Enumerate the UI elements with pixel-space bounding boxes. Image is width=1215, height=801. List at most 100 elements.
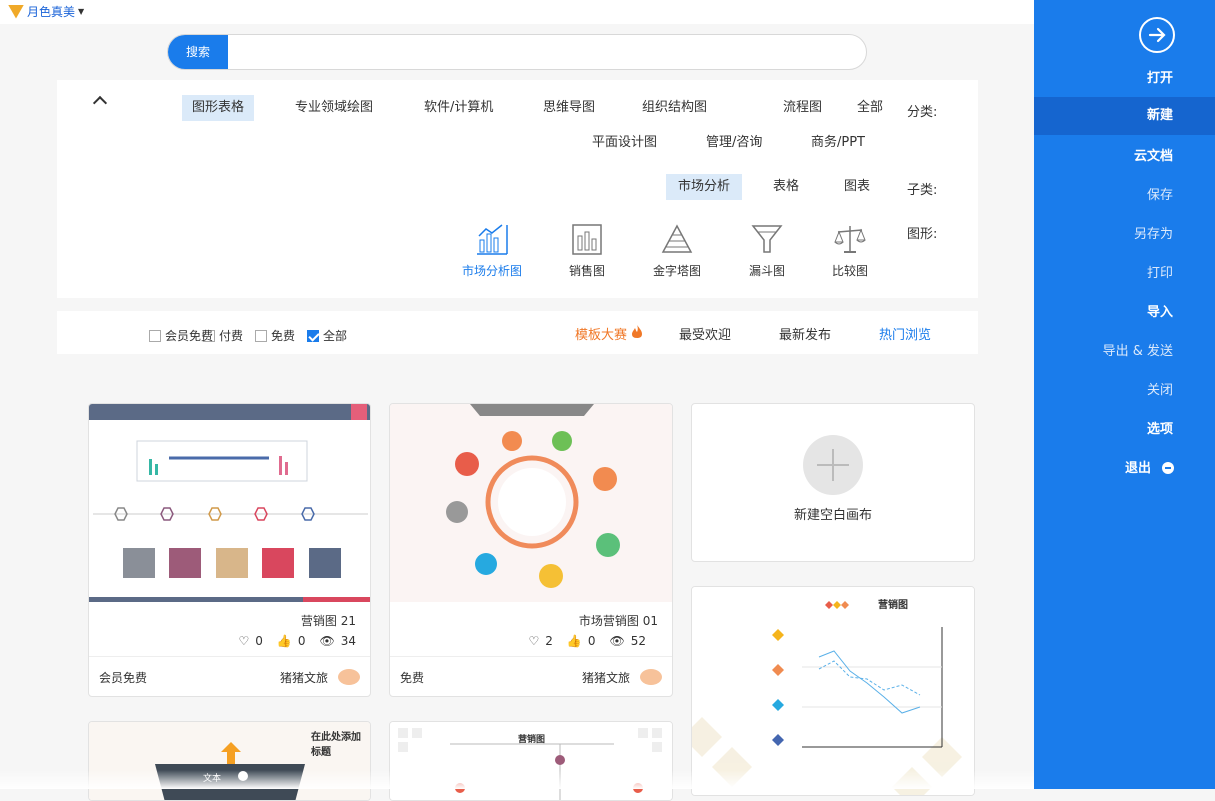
tab-latest[interactable]: 最新发布 <box>779 324 831 343</box>
category-software[interactable]: 软件/计算机 <box>414 95 503 121</box>
filter-member-free[interactable]: 会员免费 <box>149 327 213 344</box>
favorite-count: 0 <box>255 634 263 648</box>
tab-contest[interactable]: 模板大赛 <box>575 324 643 343</box>
collapse-chevron-icon[interactable] <box>92 95 108 111</box>
tab-contest-label: 模板大赛 <box>575 328 628 343</box>
shape-funnel-label: 漏斗图 <box>748 264 785 278</box>
plus-icon <box>803 435 863 495</box>
fire-icon <box>631 324 643 343</box>
sidebar-item-new[interactable]: 新建 <box>1034 97 1215 135</box>
thumbnail-heading: 在此处添加标题 <box>311 732 361 758</box>
category-management[interactable]: 管理/咨询 <box>696 130 772 156</box>
view-count: 34 <box>340 634 356 648</box>
shape-compare[interactable]: 比较图 <box>820 220 880 279</box>
shape-pyramid-label: 金字塔图 <box>652 264 701 278</box>
back-arrow-icon[interactable] <box>1139 17 1175 53</box>
template-card[interactable]: 营销图 <box>389 721 673 801</box>
sidebar: 打开 新建 云文档 保存 另存为 打印 导入 导出 & 发送 关闭 选项 退出 <box>1034 0 1215 789</box>
funnel-icon <box>737 220 797 256</box>
shape-label: 图形: <box>907 227 938 242</box>
search-input[interactable] <box>232 36 852 68</box>
subcategory-label: 子类: <box>907 183 938 198</box>
view-icon: 👁 <box>319 634 335 648</box>
balance-scale-icon <box>820 220 880 256</box>
template-card[interactable]: 市场营销图 01 ♡ 2 👍 0 👁 52 猪猪文旅 免费 <box>389 403 673 697</box>
sidebar-item-print[interactable]: 打印 <box>1034 255 1215 293</box>
subcategory-table[interactable]: 表格 <box>763 174 809 200</box>
category-graphic-table[interactable]: 图形表格 <box>182 95 255 121</box>
like-icon[interactable]: 👍 <box>567 634 582 648</box>
favorite-count: 2 <box>545 634 553 648</box>
template-card[interactable]: 营销图 21 ♡ 0 👍 0 👁 34 猪猪文旅 会员免费 <box>88 403 371 697</box>
shape-sales-label: 销售图 <box>568 264 605 278</box>
shape-market-analysis-label: 市场分析图 <box>461 264 522 278</box>
author-avatar[interactable] <box>640 669 662 685</box>
favorite-icon[interactable]: ♡ <box>528 634 539 648</box>
checkbox-icon <box>149 329 161 342</box>
checkbox-checked-icon <box>307 329 319 342</box>
sidebar-item-options[interactable]: 选项 <box>1034 411 1215 449</box>
sidebar-item-save[interactable]: 保存 <box>1034 177 1215 215</box>
filter-free-label: 免费 <box>271 329 296 343</box>
template-footer: 猪猪文旅 会员免费 <box>89 656 370 696</box>
pyramid-icon <box>647 220 707 256</box>
shape-sales[interactable]: 销售图 <box>557 220 617 279</box>
category-org-chart[interactable]: 组织结构图 <box>632 95 717 121</box>
category-flowchart[interactable]: 流程图 <box>773 95 832 121</box>
new-blank-canvas-label: 新建空白画布 <box>793 508 872 523</box>
subcategory-chart[interactable]: 图表 <box>834 174 880 200</box>
user-name: 月色真美 <box>27 5 76 19</box>
shape-funnel[interactable]: 漏斗图 <box>737 220 797 279</box>
sidebar-item-open[interactable]: 打开 <box>1034 60 1215 98</box>
category-panel: 分类: 全部 流程图 组织结构图 思维导图 软件/计算机 专业领域绘图 图形表格… <box>57 80 978 298</box>
template-card[interactable]: 在此处添加标题 文本 <box>88 721 371 801</box>
author-avatar[interactable] <box>338 669 360 685</box>
caret-down-icon: ▼ <box>78 7 85 16</box>
author-name[interactable]: 猪猪文旅 <box>280 669 328 686</box>
thumbnail-heading: 营销图 <box>878 600 908 611</box>
template-footer: 猪猪文旅 免费 <box>390 656 672 696</box>
bar-chart-icon <box>557 220 617 256</box>
subcategory-market[interactable]: 市场分析 <box>666 174 743 200</box>
thumbnail-heading: 营销图 <box>518 735 546 745</box>
filter-paid-label: 付费 <box>219 329 244 343</box>
price-label: 会员免费 <box>99 671 148 685</box>
template-thumbnail[interactable] <box>692 587 974 795</box>
new-blank-canvas-card[interactable]: 新建空白画布 <box>691 403 975 562</box>
template-title[interactable]: 营销图 21 <box>301 612 356 629</box>
sidebar-item-exit[interactable]: 退出 <box>1034 450 1215 488</box>
template-stats: ♡ 0 👍 0 👁 34 <box>238 634 356 648</box>
filter-free[interactable]: 免费 <box>255 327 295 344</box>
category-label: 分类: <box>907 105 938 120</box>
filter-all[interactable]: 全部 <box>307 327 347 344</box>
tab-popular[interactable]: 最受欢迎 <box>679 324 731 343</box>
filter-member-free-label: 会员免费 <box>165 329 214 343</box>
category-business-ppt[interactable]: 商务/PPT <box>801 130 875 156</box>
category-mind-map[interactable]: 思维导图 <box>533 95 605 121</box>
shape-market-analysis[interactable]: 市场分析图 <box>457 220 527 279</box>
category-professional[interactable]: 专业领域绘图 <box>285 95 383 121</box>
favorite-icon[interactable]: ♡ <box>238 634 249 648</box>
sidebar-item-export[interactable]: 导出 & 发送 <box>1034 333 1215 371</box>
filter-bar: 热门浏览 最新发布 最受欢迎 模板大赛 全部 免费 付费 会员免费 <box>57 311 978 354</box>
category-graphic-design[interactable]: 平面设计图 <box>582 130 667 156</box>
sidebar-item-import[interactable]: 导入 <box>1034 294 1215 332</box>
like-count: 0 <box>587 634 596 648</box>
template-thumbnail[interactable] <box>89 404 370 602</box>
shape-pyramid[interactable]: 金字塔图 <box>647 220 707 279</box>
template-title[interactable]: 市场营销图 01 <box>579 612 658 629</box>
like-icon[interactable]: 👍 <box>277 634 292 648</box>
market-chart-icon <box>457 220 527 256</box>
search-button[interactable]: 搜索 <box>168 35 228 69</box>
user-brand[interactable]: 月色真美 ▼ <box>8 3 84 20</box>
tab-hot[interactable]: 热门浏览 <box>879 324 931 343</box>
template-thumbnail[interactable] <box>390 404 672 602</box>
checkbox-icon <box>255 329 267 342</box>
sidebar-item-save-as[interactable]: 另存为 <box>1034 216 1215 254</box>
scroll-fade <box>0 770 1034 789</box>
sidebar-item-cloud[interactable]: 云文档 <box>1034 138 1215 176</box>
sidebar-item-close[interactable]: 关闭 <box>1034 372 1215 410</box>
template-card[interactable]: 营销图 <box>691 586 975 796</box>
author-name[interactable]: 猪猪文旅 <box>582 669 630 686</box>
category-all[interactable]: 全部 <box>847 95 893 121</box>
